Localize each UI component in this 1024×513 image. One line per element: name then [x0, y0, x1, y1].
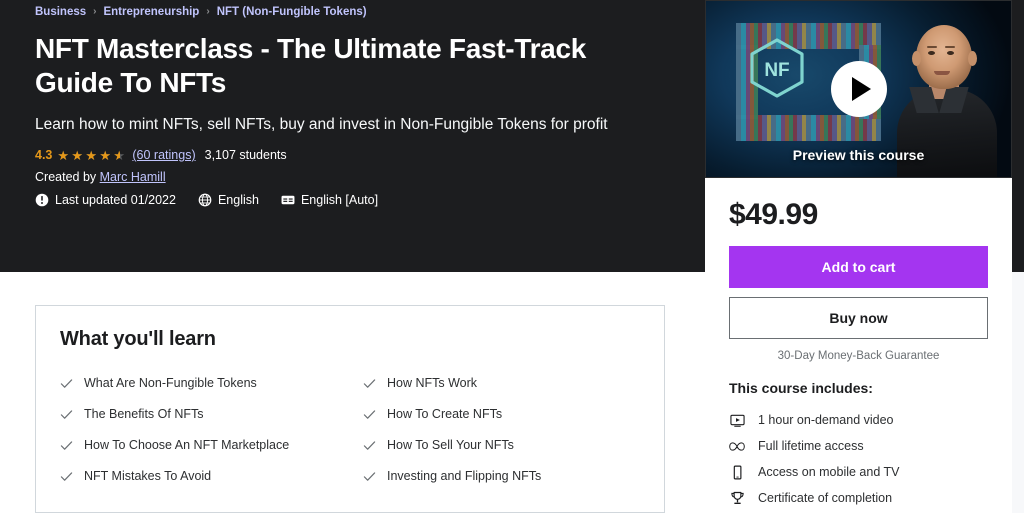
learn-item: The Benefits Of NFTs — [60, 399, 337, 430]
learn-item-label: How To Choose An NFT Marketplace — [84, 437, 290, 452]
creator-row: Created by Marc Hamill — [35, 170, 675, 184]
globe-icon — [198, 193, 212, 207]
what-you-will-learn-title: What you'll learn — [60, 328, 216, 350]
video-icon — [729, 412, 745, 428]
learn-item-label: How To Sell Your NFTs — [387, 437, 514, 452]
includes-item: Access on mobile and TV — [729, 459, 988, 485]
svg-text:NF: NF — [764, 60, 789, 81]
learn-item-label: NFT Mistakes To Avoid — [84, 468, 212, 483]
learn-item: Investing and Flipping NFTs — [363, 461, 640, 492]
check-icon — [363, 439, 376, 452]
instructor-link[interactable]: Marc Hamill — [100, 170, 166, 184]
meta-last-updated: Last updated 01/2022 — [35, 193, 176, 207]
page-gutter — [1012, 272, 1024, 513]
play-icon[interactable] — [830, 61, 887, 117]
created-by-label: Created by — [35, 170, 97, 185]
star-rating: ★ ★ ★ ★ ★ ★ ★ ★ ★ ★ — [57, 149, 126, 162]
meta-captions-label: English [Auto] — [300, 193, 379, 208]
info-circle-icon — [35, 193, 49, 207]
hero-content: Business › Entrepreneurship › NFT (Non-F… — [35, 4, 675, 207]
breadcrumb-item-entrepreneurship[interactable]: Entrepreneurship — [103, 4, 199, 20]
learn-item-label: How NFTs Work — [387, 376, 478, 390]
mobile-icon — [729, 464, 745, 480]
learn-item-label: The Benefits Of NFTs — [84, 406, 204, 421]
nft-hexagon-logo-icon: NF — [748, 37, 806, 99]
breadcrumb-separator-icon: › — [206, 6, 210, 17]
check-icon — [60, 377, 73, 390]
includes-item-label: 1 hour on-demand video — [758, 413, 894, 427]
check-icon — [60, 408, 73, 421]
rating-row: 4.3 ★ ★ ★ ★ ★ ★ ★ ★ ★ ★ (60 ratings) 3,107 st… — [35, 148, 675, 162]
ratings-count-link[interactable]: (60 ratings) — [132, 148, 195, 162]
includes-item: Certificate of completion — [729, 485, 988, 511]
purchase-sidebar: NF Preview this course $49.99 Add to car… — [705, 0, 1012, 513]
meta-language: English — [198, 193, 259, 207]
infinity-icon — [729, 438, 745, 454]
students-count: 3,107 students — [204, 148, 287, 163]
course-preview-video[interactable]: NF Preview this course — [705, 0, 1012, 178]
page-title: NFT Masterclass - The Ultimate Fast-Trac… — [35, 33, 586, 99]
course-meta-row: Last updated 01/2022 English English [Au… — [35, 193, 675, 207]
includes-item-label: Certificate of completion — [758, 491, 893, 505]
learn-item: NFT Mistakes To Avoid — [60, 461, 337, 492]
rating-value: 4.3 — [35, 148, 53, 163]
closed-caption-icon — [281, 193, 295, 207]
breadcrumb: Business › Entrepreneurship › NFT (Non-F… — [35, 4, 675, 20]
learn-item-label: What Are Non-Fungible Tokens — [84, 376, 257, 390]
meta-captions: English [Auto] — [281, 193, 378, 207]
breadcrumb-item-business[interactable]: Business — [35, 4, 86, 20]
includes-item: Full lifetime access — [729, 433, 988, 459]
check-icon — [60, 470, 73, 483]
course-price: $49.99 — [729, 198, 818, 231]
star-half-icon: ★ ★ — [113, 147, 126, 163]
what-you-will-learn-box: What you'll learn What Are Non-Fungible … — [35, 305, 665, 513]
check-icon — [60, 439, 73, 452]
star-icon: ★ ★ — [57, 147, 70, 163]
learn-item-label: Investing and Flipping NFTs — [387, 468, 542, 483]
purchase-card: $49.99 Add to cart Buy now 30-Day Money-… — [705, 178, 1012, 513]
star-icon: ★ ★ — [71, 147, 84, 163]
check-icon — [363, 408, 376, 421]
star-icon: ★ ★ — [99, 147, 112, 163]
includes-item-label: Access on mobile and TV — [758, 465, 900, 479]
includes-item: 1 hour on-demand video — [729, 407, 988, 433]
learn-item: How To Choose An NFT Marketplace — [60, 430, 337, 461]
buy-now-button[interactable]: Buy now — [729, 297, 988, 339]
learn-items-grid: What Are Non-Fungible Tokens How NFTs Wo… — [60, 368, 640, 492]
hero-right-edge — [1012, 0, 1024, 272]
learn-item: What Are Non-Fungible Tokens — [60, 368, 337, 399]
star-icon: ★ ★ — [85, 147, 98, 163]
check-icon — [363, 377, 376, 390]
course-includes-title: This course includes: — [729, 380, 873, 396]
learn-item: How To Sell Your NFTs — [363, 430, 640, 461]
meta-last-updated-label: Last updated 01/2022 — [55, 193, 176, 208]
money-back-guarantee-label: 30-Day Money-Back Guarantee — [777, 350, 940, 362]
course-subtitle: Learn how to mint NFTs, sell NFTs, buy a… — [35, 115, 608, 133]
learn-item: How NFTs Work — [363, 368, 640, 399]
learn-item-label: How To Create NFTs — [387, 406, 503, 421]
course-landing-page: Business › Entrepreneurship › NFT (Non-F… — [0, 0, 1024, 513]
add-to-cart-button[interactable]: Add to cart — [729, 246, 988, 288]
trophy-icon — [729, 490, 745, 506]
learn-item: How To Create NFTs — [363, 399, 640, 430]
meta-language-label: English — [217, 193, 259, 208]
breadcrumb-item-nft[interactable]: NFT (Non-Fungible Tokens) — [217, 4, 367, 20]
includes-item-label: Full lifetime access — [758, 439, 864, 453]
check-icon — [363, 470, 376, 483]
preview-this-course-label: Preview this course — [792, 147, 925, 163]
breadcrumb-separator-icon: › — [93, 6, 97, 17]
